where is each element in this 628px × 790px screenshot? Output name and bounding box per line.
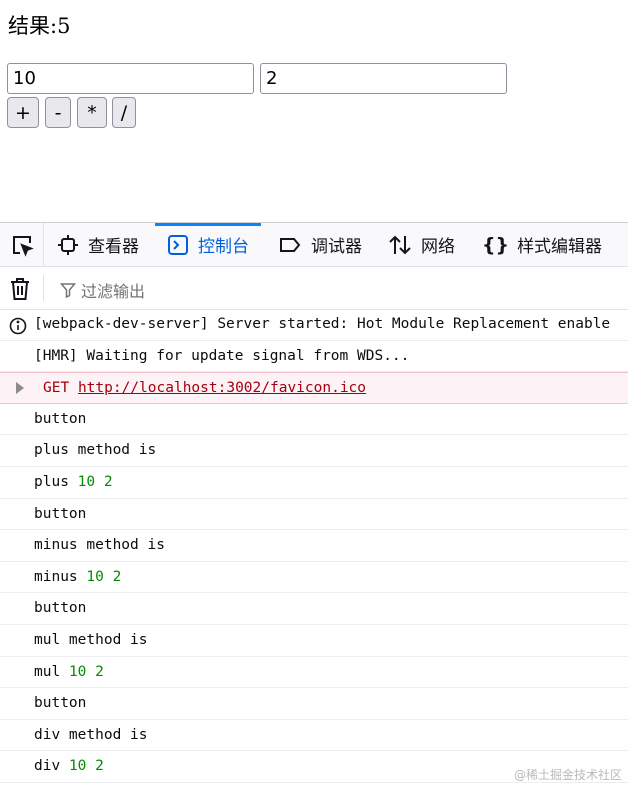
console-log: [webpack-dev-server] Server started: Hot… xyxy=(0,309,628,783)
log-row: [HMR] Waiting for update signal from WDS… xyxy=(0,341,628,373)
request-url[interactable]: http://localhost:3002/favicon.ico xyxy=(78,380,366,396)
log-text: button xyxy=(34,410,87,427)
log-text: button xyxy=(34,600,87,617)
console-toolbar: 过滤输出 xyxy=(0,267,628,310)
log-text: plus xyxy=(34,473,69,490)
result-text: 结果:5 xyxy=(8,14,71,38)
log-row: minus method is xyxy=(0,530,628,562)
calculator-app: 结果:5 + - * / xyxy=(0,0,628,222)
minus-button[interactable]: - xyxy=(45,97,71,128)
log-text: div xyxy=(34,758,61,775)
log-text: [webpack-dev-server] Server started: Hot… xyxy=(34,316,611,332)
tab-label: 查看器 xyxy=(88,237,139,257)
filter-placeholder: 过滤输出 xyxy=(81,282,146,301)
toolbar-divider xyxy=(43,275,44,301)
log-row: button xyxy=(0,499,628,531)
watermark: @稀土掘金技术社区 xyxy=(513,768,622,782)
debugger-icon xyxy=(280,237,301,252)
log-number: 2 xyxy=(103,473,113,490)
tab-debugger[interactable]: 调试器 xyxy=(278,223,362,266)
inspector-icon xyxy=(58,234,78,255)
network-icon xyxy=(389,235,411,254)
log-number: 10 xyxy=(68,663,87,680)
log-text: mul xyxy=(34,663,61,680)
log-text: div method is xyxy=(34,726,148,743)
log-row: plus method is xyxy=(0,435,628,467)
tab-label: 调试器 xyxy=(311,237,362,257)
log-text: minus xyxy=(34,568,78,585)
log-row: [webpack-dev-server] Server started: Hot… xyxy=(0,309,628,341)
log-number: 10 xyxy=(77,473,96,490)
log-row: mul 10 2 xyxy=(0,657,628,689)
filter-output-input[interactable]: 过滤输出 xyxy=(60,278,145,302)
log-number: 2 xyxy=(95,663,104,680)
info-icon xyxy=(9,316,27,340)
tab-console[interactable]: 控制台 xyxy=(155,223,261,266)
log-row-error[interactable]: GET http://localhost:3002/favicon.ico xyxy=(0,372,628,404)
plus-button[interactable]: + xyxy=(7,97,39,128)
trash-icon[interactable] xyxy=(9,277,31,305)
log-text: button xyxy=(34,695,87,712)
tab-label: 网络 xyxy=(421,237,455,257)
number-input-1[interactable] xyxy=(7,63,254,94)
log-row: div method is xyxy=(0,720,628,752)
log-row: minus 10 2 xyxy=(0,562,628,594)
log-text: minus method is xyxy=(34,537,165,554)
log-number: 10 xyxy=(68,758,87,775)
tab-style-editor[interactable]: {} 样式编辑器 xyxy=(482,223,602,266)
log-text: mul method is xyxy=(34,631,148,648)
tab-inspector[interactable]: 查看器 xyxy=(57,223,139,266)
log-number: 2 xyxy=(112,568,122,585)
filter-icon xyxy=(60,283,76,298)
log-number: 2 xyxy=(95,758,104,775)
tab-label: 控制台 xyxy=(198,237,249,257)
expand-arrow-icon[interactable] xyxy=(16,382,24,395)
log-row: mul method is xyxy=(0,625,628,657)
request-method: GET xyxy=(43,380,70,397)
tab-network[interactable]: 网络 xyxy=(388,223,455,266)
log-number: 10 xyxy=(86,568,104,585)
tab-label: 样式编辑器 xyxy=(517,237,603,257)
element-picker-icon[interactable] xyxy=(0,223,44,266)
log-row: button xyxy=(0,593,628,625)
devtools-panel: 查看器 控制台 调试器 网络 {} 样式编辑器 过滤输出 [webpack-de… xyxy=(0,222,628,790)
braces-icon: {} xyxy=(482,233,510,256)
number-input-2[interactable] xyxy=(260,63,507,94)
log-text: plus method is xyxy=(34,442,157,459)
log-row: button xyxy=(0,404,628,436)
log-text: button xyxy=(34,505,87,522)
log-row: plus 10 2 xyxy=(0,467,628,499)
log-row: button xyxy=(0,688,628,720)
devtools-tabbar: 查看器 控制台 调试器 网络 {} 样式编辑器 xyxy=(0,223,628,267)
console-icon xyxy=(168,234,188,255)
multiply-button[interactable]: * xyxy=(77,97,107,128)
log-text: [HMR] Waiting for update signal from WDS… xyxy=(34,347,410,364)
divide-button[interactable]: / xyxy=(112,97,136,128)
